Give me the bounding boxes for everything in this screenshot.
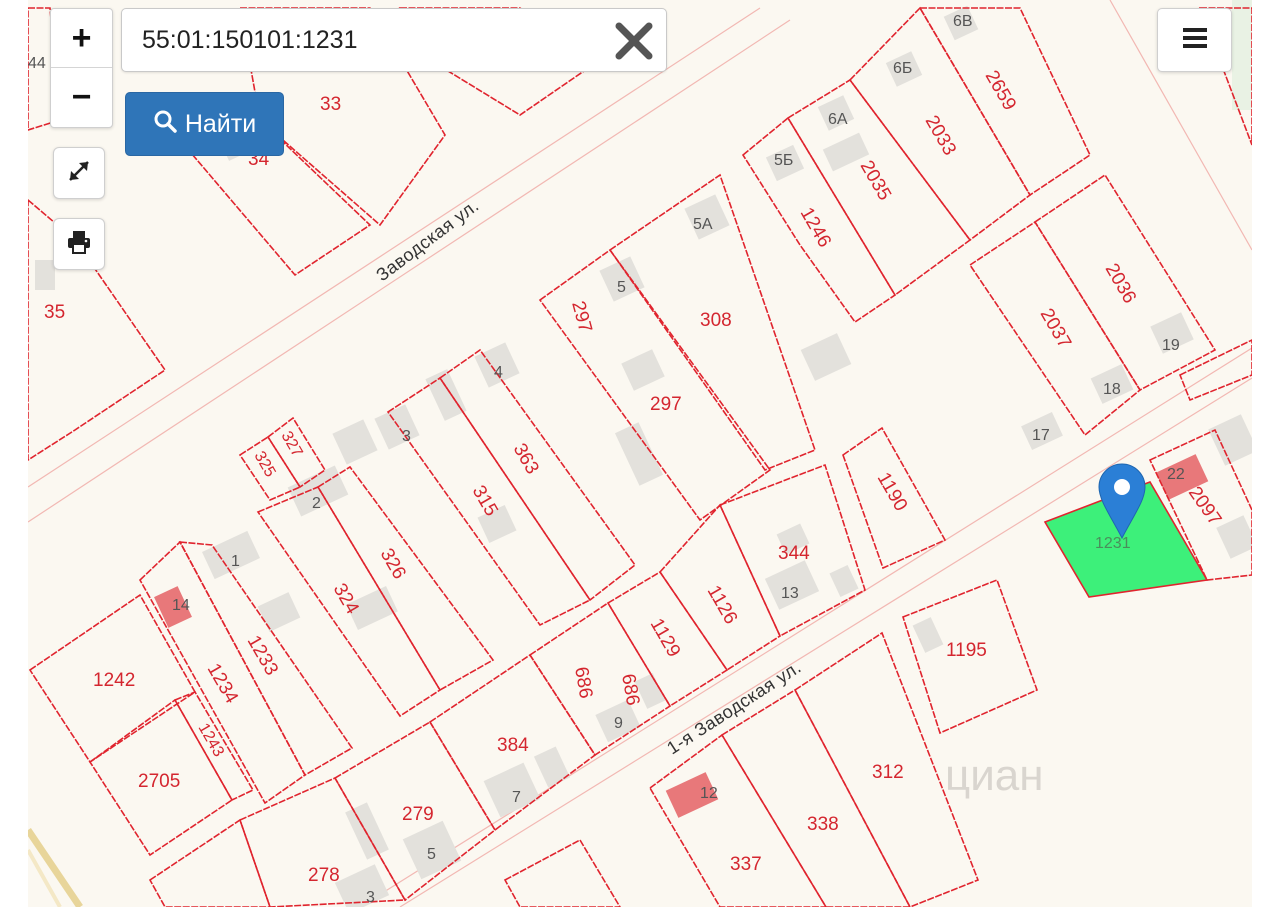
parcel-number-label: 363	[509, 440, 543, 478]
watermark: циан	[945, 751, 1044, 800]
parcel-number-label: 337	[730, 854, 762, 875]
parcel-number-label: 1190	[873, 469, 912, 515]
house-number-label: 5Б	[774, 152, 793, 169]
fullscreen-button[interactable]	[53, 147, 105, 199]
print-icon	[65, 228, 93, 261]
house-number-label: 3	[402, 428, 411, 445]
house-number-label: 18	[1103, 381, 1121, 398]
parcel-number-label: 686	[570, 665, 596, 700]
find-button-label: Найти	[184, 109, 257, 138]
house-number-label: 13	[781, 585, 799, 602]
house-number-label: 6А	[828, 111, 848, 128]
parcel-number-label: 325	[251, 449, 279, 481]
street-label-zavodskaya: Заводская ул.	[372, 195, 482, 285]
parcel-number-label: 2035	[856, 157, 895, 204]
parcel-number-label: 344	[778, 543, 810, 564]
parcel-number-label: 312	[872, 762, 904, 783]
house-number-label: 3	[366, 889, 375, 906]
parcel-number-label: 2097	[1184, 483, 1225, 530]
road-left-corner	[28, 828, 83, 907]
house-number-label: 44	[28, 55, 46, 72]
house-number-label: 6Б	[893, 60, 912, 77]
find-button[interactable]: Найти	[125, 92, 284, 156]
house-number-label: 4	[494, 364, 503, 381]
house-number-label: 17	[1032, 427, 1050, 444]
parcel-number-label: 308	[700, 310, 732, 331]
parcel-number-label-highlighted: 1231	[1095, 535, 1131, 552]
zoom-out-button[interactable]: −	[51, 67, 112, 126]
zoom-in-button[interactable]: +	[51, 9, 112, 67]
parcel-number-label: 2705	[138, 771, 180, 792]
house-number-label: 14	[172, 597, 190, 614]
house-number-label: 9	[614, 715, 623, 732]
green-area	[1232, 0, 1252, 110]
parcel-number-label: 326	[376, 545, 410, 583]
parcel-number-label: 1129	[646, 615, 685, 661]
parcel-number-label: 2659	[981, 67, 1020, 114]
parcel-number-label: 384	[497, 735, 529, 756]
parcel-number-label: 686	[617, 672, 643, 707]
parcel-number-label: 1246	[796, 204, 835, 251]
parcel-number-label: 33	[320, 94, 341, 115]
parcel-number-label: 2037	[1036, 305, 1075, 352]
house-number-label: 19	[1162, 337, 1180, 354]
print-button[interactable]	[53, 218, 105, 270]
zoom-control: + −	[50, 8, 113, 128]
parcel-number-label: 278	[308, 865, 340, 886]
parcel-number-label: 2036	[1101, 260, 1140, 307]
parcel-number-label: 1242	[93, 670, 135, 691]
house-number-label: 6В	[953, 13, 973, 30]
house-number-label: 12	[700, 785, 718, 802]
cadastral-search-input[interactable]	[122, 9, 602, 71]
house-number-label: 5	[427, 846, 436, 863]
parcel-number-label: 1195	[946, 640, 987, 661]
house-number-label: 5	[617, 279, 626, 296]
clear-icon[interactable]	[614, 21, 654, 61]
parcel-number-label: 1234	[203, 660, 243, 707]
menu-icon	[1182, 26, 1208, 55]
parcel-number-label: 2033	[921, 112, 960, 159]
parcel-number-label: 279	[402, 804, 434, 825]
house-number-label: 5А	[693, 216, 713, 233]
house-number-label: 1	[231, 553, 240, 570]
parcel-number-label: 1126	[703, 582, 742, 628]
house-number-label: 2	[312, 495, 321, 512]
house-number-label: 7	[512, 789, 521, 806]
parcel-number-label: 297	[567, 299, 595, 335]
search-box	[121, 8, 667, 72]
house-number-label: 22	[1167, 466, 1185, 483]
parcel-number-label: 327	[278, 429, 306, 461]
parcel-number-label: 338	[807, 814, 839, 835]
search-icon	[153, 109, 177, 140]
fullscreen-icon	[64, 156, 94, 191]
menu-button[interactable]	[1157, 8, 1232, 72]
road-1ya-zavodskaya	[359, 347, 1252, 907]
parcel-number-label: 35	[44, 302, 65, 323]
parcel-number-label: 297	[650, 394, 682, 415]
